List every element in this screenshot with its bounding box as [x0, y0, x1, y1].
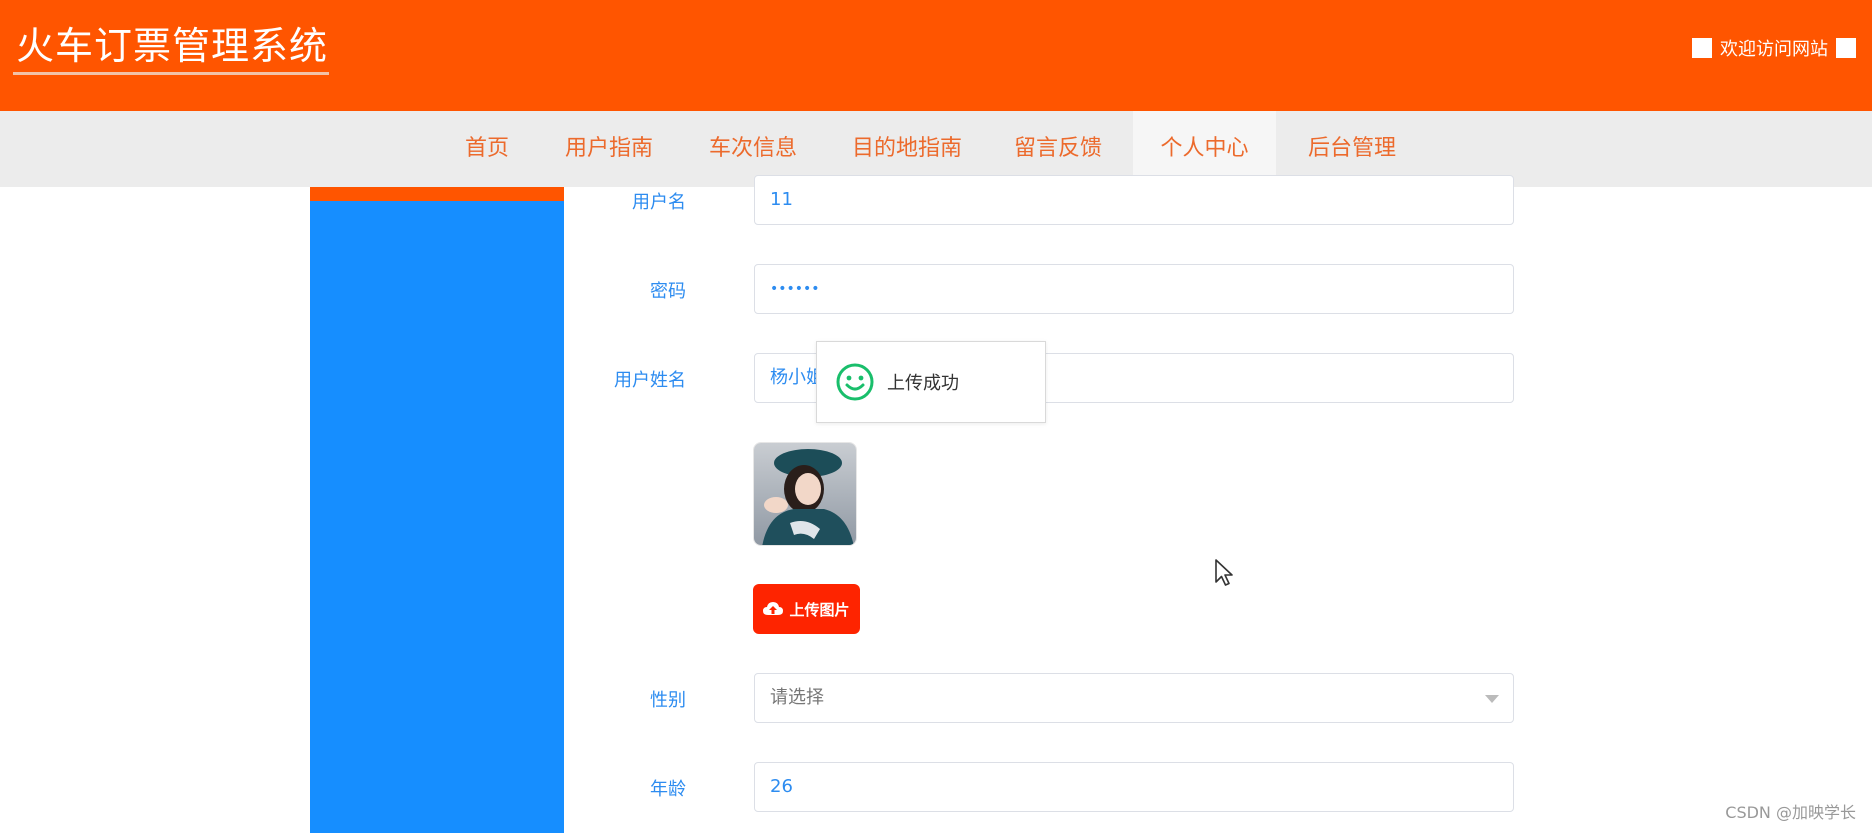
sidebar-top-bar — [310, 187, 564, 201]
title-underline — [13, 72, 329, 75]
toast-message: 上传成功 — [887, 373, 959, 394]
welcome-area: 欢迎访问网站 — [1692, 36, 1856, 60]
age-label: 年龄 — [650, 779, 686, 800]
upload-button-label: 上传图片 — [789, 600, 850, 619]
gender-select[interactable]: 请选择 — [754, 673, 1514, 723]
avatar-image — [753, 442, 857, 546]
nav-item-home[interactable]: 首页 — [442, 111, 532, 187]
upload-success-toast: 上传成功 — [816, 341, 1046, 423]
square-icon — [1692, 38, 1712, 58]
square-icon — [1836, 38, 1856, 58]
left-sidebar — [310, 187, 564, 833]
csdn-watermark: CSDN @加映学长 — [1725, 803, 1856, 822]
site-title[interactable]: 火车订票管理系统 — [16, 22, 328, 70]
gender-label: 性别 — [650, 690, 686, 711]
caret-down-icon — [1485, 695, 1499, 703]
gender-select-placeholder: 请选择 — [770, 687, 824, 708]
top-header: 火车订票管理系统 欢迎访问网站 — [0, 0, 1872, 111]
avatar-photo — [754, 443, 856, 545]
username-label: 用户名 — [632, 192, 686, 213]
nav-item-user-guide[interactable]: 用户指南 — [554, 111, 664, 187]
page: 火车订票管理系统 欢迎访问网站 首页 用户指南 车次信息 目的地指南 留言反馈 … — [0, 0, 1872, 833]
cloud-upload-icon — [763, 602, 784, 615]
real-name-label: 用户姓名 — [614, 370, 686, 391]
username-input[interactable]: 11 — [754, 175, 1514, 225]
mouse-cursor-icon — [1215, 559, 1233, 586]
password-label: 密码 — [650, 281, 686, 302]
age-input[interactable]: 26 — [754, 762, 1514, 812]
upload-image-button[interactable]: 上传图片 — [753, 584, 860, 634]
smile-icon — [836, 363, 874, 401]
welcome-text: 欢迎访问网站 — [1720, 39, 1828, 60]
password-input[interactable]: •••••• — [754, 264, 1514, 314]
